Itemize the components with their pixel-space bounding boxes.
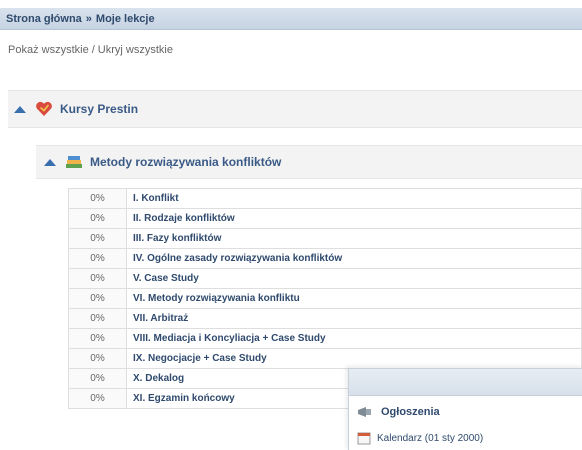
breadcrumb-separator: » [85, 12, 92, 25]
lesson-row[interactable]: 0% IV. Ogólne zasady rozwiązywania konfli… [68, 248, 582, 269]
lesson-title-link[interactable]: VI. Metody rozwiązywania konfliktu [133, 293, 300, 304]
lesson-progress: 0% [68, 208, 127, 229]
page: Strona główna » Moje lekcje Pokaż wszyst… [0, 0, 582, 450]
toggle-links: Pokaż wszystkie / Ukryj wszystkie [8, 44, 173, 56]
announcements-panel: Ogłoszenia Kalendarz (01 sty 2000) [348, 368, 582, 450]
lesson-row[interactable]: 0% IX. Negocjacje + Case Study [68, 348, 582, 369]
lesson-title-link[interactable]: VIII. Mediacja i Koncyliacja + Case Stud… [133, 333, 326, 344]
lesson-row[interactable]: 0% III. Fazy konfliktów [68, 228, 582, 249]
lesson-title-link[interactable]: VII. Arbitraż [133, 313, 188, 324]
toggle-separator: / [91, 44, 95, 56]
lesson-title-cell: VII. Arbitraż [126, 308, 582, 329]
category-label[interactable]: Kursy Prestin [60, 102, 138, 116]
hide-all-link[interactable]: Ukryj wszystkie [98, 44, 173, 56]
lesson-title-link[interactable]: V. Case Study [133, 273, 199, 284]
lesson-title-link[interactable]: I. Konflikt [133, 193, 179, 204]
lesson-row[interactable]: 0% V. Case Study [68, 268, 582, 289]
lesson-progress: 0% [68, 348, 127, 369]
lesson-row[interactable]: 0% I. Konflikt [68, 188, 582, 209]
breadcrumb-home-link[interactable]: Strona główna [6, 13, 82, 25]
megaphone-icon [358, 407, 371, 417]
announcements-header [349, 369, 582, 396]
lesson-title-link[interactable]: II. Rodzaje konfliktów [133, 213, 235, 224]
lesson-title-link[interactable]: XI. Egzamin końcowy [133, 393, 235, 404]
lesson-title-cell: IX. Negocjacje + Case Study [126, 348, 582, 369]
lesson-title-link[interactable]: X. Dekalog [133, 373, 184, 384]
announcements-title-row: Ogłoszenia [349, 396, 582, 428]
lesson-progress: 0% [68, 228, 127, 249]
lesson-progress: 0% [68, 308, 127, 329]
lesson-progress: 0% [68, 368, 127, 389]
lesson-title-link[interactable]: III. Fazy konfliktów [133, 233, 221, 244]
lesson-title-cell: VI. Metody rozwiązywania konfliktu [126, 288, 582, 309]
lesson-row[interactable]: 0% VIII. Mediacja i Koncyliacja + Case St… [68, 328, 582, 349]
books-icon [66, 156, 82, 168]
breadcrumb: Strona główna » Moje lekcje [0, 8, 582, 30]
lesson-title-cell: IV. Ogólne zasady rozwiązywania konflikt… [126, 248, 582, 269]
lesson-title-link[interactable]: IX. Negocjacje + Case Study [133, 353, 267, 364]
lesson-title-link[interactable]: IV. Ogólne zasady rozwiązywania konflikt… [133, 253, 342, 264]
calendar-icon [357, 432, 371, 445]
lesson-title-cell: III. Fazy konfliktów [126, 228, 582, 249]
announcement-item[interactable]: Kalendarz (01 sty 2000) [349, 428, 582, 448]
lesson-progress: 0% [68, 388, 127, 409]
course-row[interactable]: Metody rozwiązywania konfliktów [36, 145, 582, 179]
lesson-progress: 0% [68, 288, 127, 309]
lesson-title-cell: VIII. Mediacja i Koncyliacja + Case Stud… [126, 328, 582, 349]
collapse-caret-icon[interactable] [14, 105, 26, 113]
category-row[interactable]: Kursy Prestin [8, 90, 582, 128]
lesson-row[interactable]: 0% VI. Metody rozwiązywania konfliktu [68, 288, 582, 309]
lesson-progress: 0% [68, 268, 127, 289]
lesson-title-cell: V. Case Study [126, 268, 582, 289]
lesson-row[interactable]: 0% VII. Arbitraż [68, 308, 582, 329]
announcement-text[interactable]: Kalendarz (01 sty 2000) [377, 433, 483, 444]
lesson-progress: 0% [68, 188, 127, 209]
collapse-caret-icon[interactable] [44, 158, 56, 166]
lesson-progress: 0% [68, 328, 127, 349]
breadcrumb-current: Moje lekcje [95, 12, 155, 25]
lesson-progress: 0% [68, 248, 127, 269]
show-all-link[interactable]: Pokaż wszystkie [8, 44, 89, 56]
lesson-title-cell: II. Rodzaje konfliktów [126, 208, 582, 229]
announcements-title: Ogłoszenia [381, 406, 440, 418]
heart-icon [36, 101, 52, 116]
lesson-title-cell: I. Konflikt [126, 188, 582, 209]
course-label[interactable]: Metody rozwiązywania konfliktów [90, 155, 281, 169]
lesson-row[interactable]: 0% II. Rodzaje konfliktów [68, 208, 582, 229]
